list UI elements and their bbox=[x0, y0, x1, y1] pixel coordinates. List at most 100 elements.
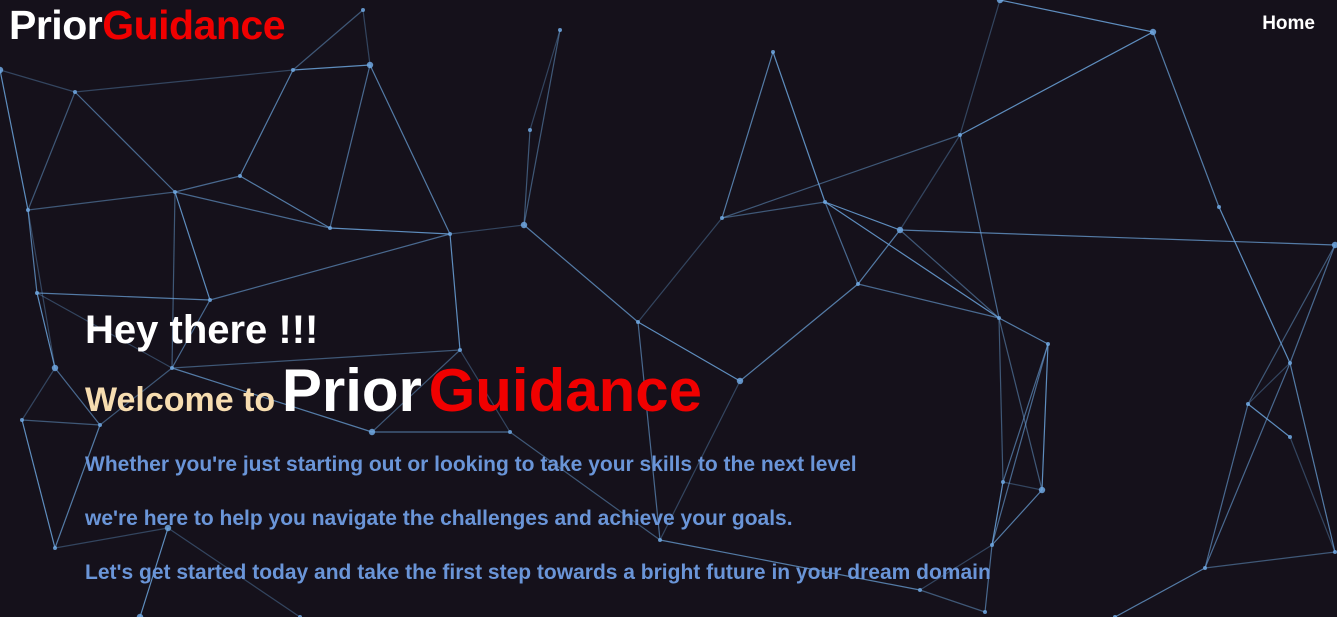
network-edge bbox=[1204, 362, 1291, 569]
network-node bbox=[366, 61, 374, 69]
network-edge bbox=[239, 175, 331, 229]
network-node bbox=[1149, 28, 1157, 36]
network-edge bbox=[959, 134, 1000, 319]
network-node bbox=[856, 282, 860, 286]
network-node bbox=[0, 66, 4, 74]
network-node bbox=[26, 208, 30, 212]
network-edge bbox=[824, 201, 859, 285]
welcome-brand-prior: Prior bbox=[281, 357, 422, 424]
network-node bbox=[736, 377, 744, 385]
network-node bbox=[448, 232, 452, 236]
network-node bbox=[238, 174, 242, 178]
network-node bbox=[1046, 342, 1050, 346]
network-edge bbox=[1041, 343, 1049, 491]
hero-description: Whether you're just starting out or look… bbox=[85, 450, 991, 612]
hero-section: Hey there !!! Welcome to Prior Guidance bbox=[85, 306, 702, 435]
network-edge bbox=[824, 201, 901, 231]
network-edge bbox=[27, 209, 56, 369]
network-edge bbox=[209, 233, 451, 301]
network-edge bbox=[1289, 362, 1336, 553]
network-edge bbox=[36, 292, 56, 369]
network-edge bbox=[74, 69, 294, 93]
network-edge bbox=[1247, 244, 1336, 405]
network-edge bbox=[739, 283, 859, 382]
network-node bbox=[208, 298, 212, 302]
network-edge bbox=[36, 292, 211, 301]
network-edge bbox=[899, 134, 961, 231]
network-edge bbox=[998, 317, 1043, 491]
network-node bbox=[997, 316, 1001, 320]
network-node bbox=[896, 226, 904, 234]
network-edge bbox=[21, 419, 56, 549]
network-edge bbox=[857, 283, 1000, 319]
network-edge bbox=[1114, 567, 1206, 617]
network-node bbox=[520, 221, 528, 229]
network-edge bbox=[772, 51, 826, 203]
network-node bbox=[35, 291, 39, 295]
network-node bbox=[1246, 402, 1250, 406]
network-edge bbox=[1289, 244, 1336, 364]
network-node bbox=[53, 546, 57, 550]
network-edge bbox=[174, 191, 211, 301]
network-edge bbox=[1218, 206, 1291, 364]
network-edge bbox=[329, 227, 451, 235]
site-logo[interactable]: PriorGuidance bbox=[9, 2, 286, 48]
network-edge bbox=[899, 229, 1000, 319]
network-node bbox=[73, 90, 77, 94]
network-edge bbox=[1289, 436, 1336, 553]
network-edge bbox=[899, 229, 1336, 246]
hero-line-3: Let's get started today and take the fir… bbox=[85, 561, 991, 584]
network-edge bbox=[27, 191, 176, 211]
network-node bbox=[996, 0, 1004, 4]
network-node bbox=[51, 364, 59, 372]
network-edge bbox=[721, 51, 774, 219]
network-edge bbox=[1247, 362, 1291, 405]
network-edge bbox=[239, 69, 294, 177]
network-node bbox=[1333, 550, 1337, 554]
network-node bbox=[771, 50, 775, 54]
network-node bbox=[1288, 435, 1292, 439]
network-node bbox=[823, 200, 827, 204]
network-node bbox=[558, 28, 562, 32]
network-edge bbox=[292, 9, 364, 71]
network-node bbox=[1038, 486, 1046, 494]
network-node bbox=[20, 418, 24, 422]
hero-welcome-heading: Welcome to Prior Guidance bbox=[85, 360, 702, 435]
network-edge bbox=[959, 31, 1154, 136]
network-edge bbox=[1204, 551, 1336, 569]
network-edge bbox=[721, 134, 961, 219]
network-node bbox=[528, 128, 532, 132]
network-node bbox=[958, 133, 962, 137]
network-edge bbox=[1204, 403, 1249, 569]
network-edge bbox=[369, 64, 451, 235]
network-edge bbox=[0, 69, 76, 93]
network-edge bbox=[0, 69, 29, 211]
network-node bbox=[1217, 205, 1221, 209]
network-edge bbox=[523, 29, 561, 226]
network-node bbox=[1331, 241, 1337, 249]
network-node bbox=[291, 68, 295, 72]
network-edge bbox=[329, 64, 371, 229]
network-edge bbox=[362, 9, 371, 66]
network-edge bbox=[998, 317, 1049, 345]
network-node bbox=[328, 226, 332, 230]
welcome-prefix: Welcome to bbox=[85, 381, 276, 419]
network-edge bbox=[74, 91, 176, 193]
logo-text-prior: Prior bbox=[9, 2, 103, 48]
network-node bbox=[1001, 480, 1005, 484]
network-node bbox=[361, 8, 365, 12]
network-node bbox=[173, 190, 177, 194]
network-edge bbox=[529, 29, 561, 131]
network-edge bbox=[1247, 403, 1291, 438]
logo-text-guidance: Guidance bbox=[102, 2, 286, 48]
hero-greeting: Hey there !!! bbox=[85, 308, 319, 352]
network-edge bbox=[998, 317, 1004, 483]
network-edge bbox=[449, 224, 525, 235]
nav-home-link[interactable]: Home bbox=[1262, 13, 1315, 35]
hero-line-2: we're here to help you navigate the chal… bbox=[85, 507, 793, 530]
network-edge bbox=[174, 191, 331, 229]
network-edge bbox=[27, 91, 76, 211]
network-edge bbox=[174, 175, 241, 193]
network-node bbox=[1203, 566, 1207, 570]
network-edge bbox=[959, 0, 1001, 136]
